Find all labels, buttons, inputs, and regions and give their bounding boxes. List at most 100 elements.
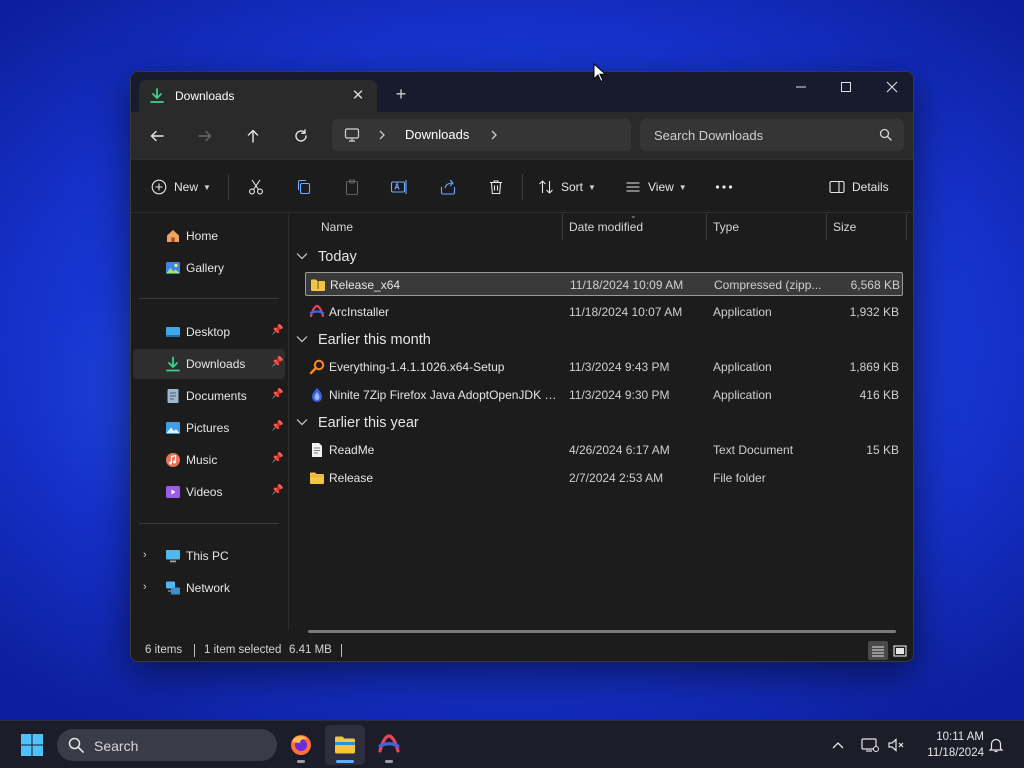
pin-icon: 📌 — [271, 325, 284, 336]
taskbar-arc[interactable] — [369, 725, 409, 765]
view-button[interactable]: View ▼ — [625, 176, 687, 198]
taskbar-file-explorer[interactable] — [325, 725, 365, 765]
close-tab-icon[interactable]: ✕ — [349, 87, 367, 105]
file-type: Application — [713, 360, 772, 374]
column-header-date[interactable]: Date modified — [569, 214, 643, 240]
column-header-name[interactable]: Name — [321, 214, 353, 240]
file-name: ArcInstaller — [329, 305, 390, 319]
share-button[interactable] — [439, 176, 457, 198]
column-divider[interactable] — [562, 214, 563, 240]
chevron-right-icon[interactable] — [377, 127, 387, 146]
tiles-view-button[interactable] — [890, 641, 910, 660]
bell-icon — [988, 738, 1004, 753]
file-size: 416 KB — [859, 388, 899, 402]
sidebar-item-downloads[interactable]: Downloads 📌 — [133, 349, 285, 379]
search-input[interactable]: Search Downloads — [654, 128, 763, 143]
new-button[interactable]: New ▼ — [151, 176, 211, 198]
refresh-button[interactable] — [287, 122, 315, 150]
taskbar-firefox[interactable] — [281, 725, 321, 765]
music-folder-icon — [165, 452, 181, 468]
clock-time: 10:11 AM — [936, 731, 984, 743]
table-row[interactable]: Everything-1.4.1.1026.x64-Setup 11/3/202… — [305, 355, 903, 379]
sidebar-item-music[interactable]: Music 📌 — [133, 445, 285, 475]
home-icon — [165, 228, 181, 244]
table-row[interactable]: Ninite 7Zip Firefox Java AdoptOpenJDK x.… — [305, 383, 903, 407]
forward-button[interactable] — [191, 122, 219, 150]
sidebar-item-this-pc[interactable]: › This PC — [133, 541, 285, 571]
minimize-button[interactable] — [778, 72, 824, 102]
maximize-button[interactable] — [823, 72, 869, 102]
taskbar-search-input[interactable]: Search — [94, 738, 138, 754]
chevron-right-icon[interactable]: › — [143, 581, 147, 593]
volume-button[interactable] — [886, 735, 906, 755]
breadcrumb-downloads[interactable]: Downloads — [405, 127, 469, 142]
title-bar: Downloads ✕ + — [131, 72, 913, 112]
file-date: 2/7/2024 2:53 AM — [569, 471, 664, 485]
tab-downloads[interactable]: Downloads ✕ — [139, 80, 377, 112]
address-bar[interactable]: Downloads — [332, 119, 631, 151]
pin-icon: 📌 — [271, 357, 284, 368]
table-row[interactable]: Release 2/7/2024 2:53 AM File folder — [305, 466, 903, 490]
file-date: 11/3/2024 9:30 PM — [569, 388, 670, 402]
notifications-button[interactable] — [986, 735, 1006, 755]
downloads-folder-icon — [165, 356, 181, 372]
selection-size: 6.41 MB — [289, 644, 332, 656]
start-button[interactable] — [20, 733, 44, 757]
sidebar-item-documents[interactable]: Documents 📌 — [133, 381, 285, 411]
sidebar-item-home[interactable]: Home — [133, 221, 285, 251]
show-hidden-icons-button[interactable] — [828, 735, 848, 755]
delete-button[interactable] — [487, 176, 505, 198]
chevron-down-icon: ▼ — [203, 182, 211, 192]
details-pane-button[interactable]: Details — [829, 176, 889, 198]
gallery-icon — [165, 260, 181, 276]
chevron-down-icon — [296, 418, 310, 429]
file-type: Compressed (zipp... — [714, 278, 822, 292]
ninite-app-icon — [309, 387, 325, 403]
back-button[interactable] — [143, 122, 171, 150]
pin-icon: 📌 — [271, 389, 284, 400]
table-row[interactable]: Release_x64 11/18/2024 10:09 AM Compress… — [305, 272, 903, 296]
documents-folder-icon — [165, 388, 181, 404]
group-header-earlier-this-month[interactable]: Earlier this month — [296, 329, 431, 351]
group-header-today[interactable]: Today — [296, 246, 357, 268]
column-divider[interactable] — [906, 214, 907, 240]
command-bar: New ▼ Sort ▼ View ▼ Details — [131, 159, 913, 213]
column-divider[interactable] — [706, 214, 707, 240]
arc-icon — [378, 734, 400, 753]
chevron-right-icon[interactable]: › — [143, 549, 147, 561]
chevron-right-icon[interactable] — [489, 127, 499, 146]
system-clock[interactable]: 10:11 AM 11/18/2024 — [908, 729, 984, 761]
sidebar-item-network[interactable]: › Network — [133, 573, 285, 603]
up-button[interactable] — [239, 122, 267, 150]
details-view-button[interactable] — [868, 641, 888, 660]
column-header-type[interactable]: Type — [713, 214, 739, 240]
plus-circle-icon — [151, 179, 167, 195]
close-window-button[interactable] — [869, 72, 913, 102]
new-tab-button[interactable]: + — [391, 84, 411, 104]
sort-icon — [539, 180, 553, 194]
sidebar-item-desktop[interactable]: Desktop 📌 — [133, 317, 285, 347]
arc-app-icon — [309, 304, 325, 320]
selection-count: 1 item selected — [204, 644, 282, 656]
table-row[interactable]: ArcInstaller 11/18/2024 10:07 AM Applica… — [305, 300, 903, 324]
rename-button[interactable] — [390, 176, 408, 198]
sidebar-item-pictures[interactable]: Pictures 📌 — [133, 413, 285, 443]
column-header-size[interactable]: Size — [833, 214, 856, 240]
sort-button[interactable]: Sort ▼ — [538, 176, 596, 198]
sidebar-item-gallery[interactable]: Gallery — [133, 253, 285, 283]
horizontal-scrollbar[interactable] — [308, 630, 896, 633]
sidebar-item-label: Downloads — [186, 357, 246, 371]
column-divider[interactable] — [826, 214, 827, 240]
sidebar-item-videos[interactable]: Videos 📌 — [133, 477, 285, 507]
cut-button[interactable] — [247, 176, 265, 198]
more-options-button[interactable] — [715, 176, 733, 198]
sidebar-item-label: Documents — [186, 389, 247, 403]
table-row[interactable]: ReadMe 4/26/2024 6:17 AM Text Document 1… — [305, 438, 903, 462]
copy-button[interactable] — [295, 176, 313, 198]
paste-button[interactable] — [343, 176, 361, 198]
taskbar-search[interactable]: Search — [57, 729, 277, 761]
search-box[interactable]: Search Downloads — [640, 119, 904, 151]
network-status-button[interactable] — [860, 735, 880, 755]
sidebar-item-label: Videos — [186, 485, 223, 499]
group-header-earlier-this-year[interactable]: Earlier this year — [296, 412, 419, 434]
